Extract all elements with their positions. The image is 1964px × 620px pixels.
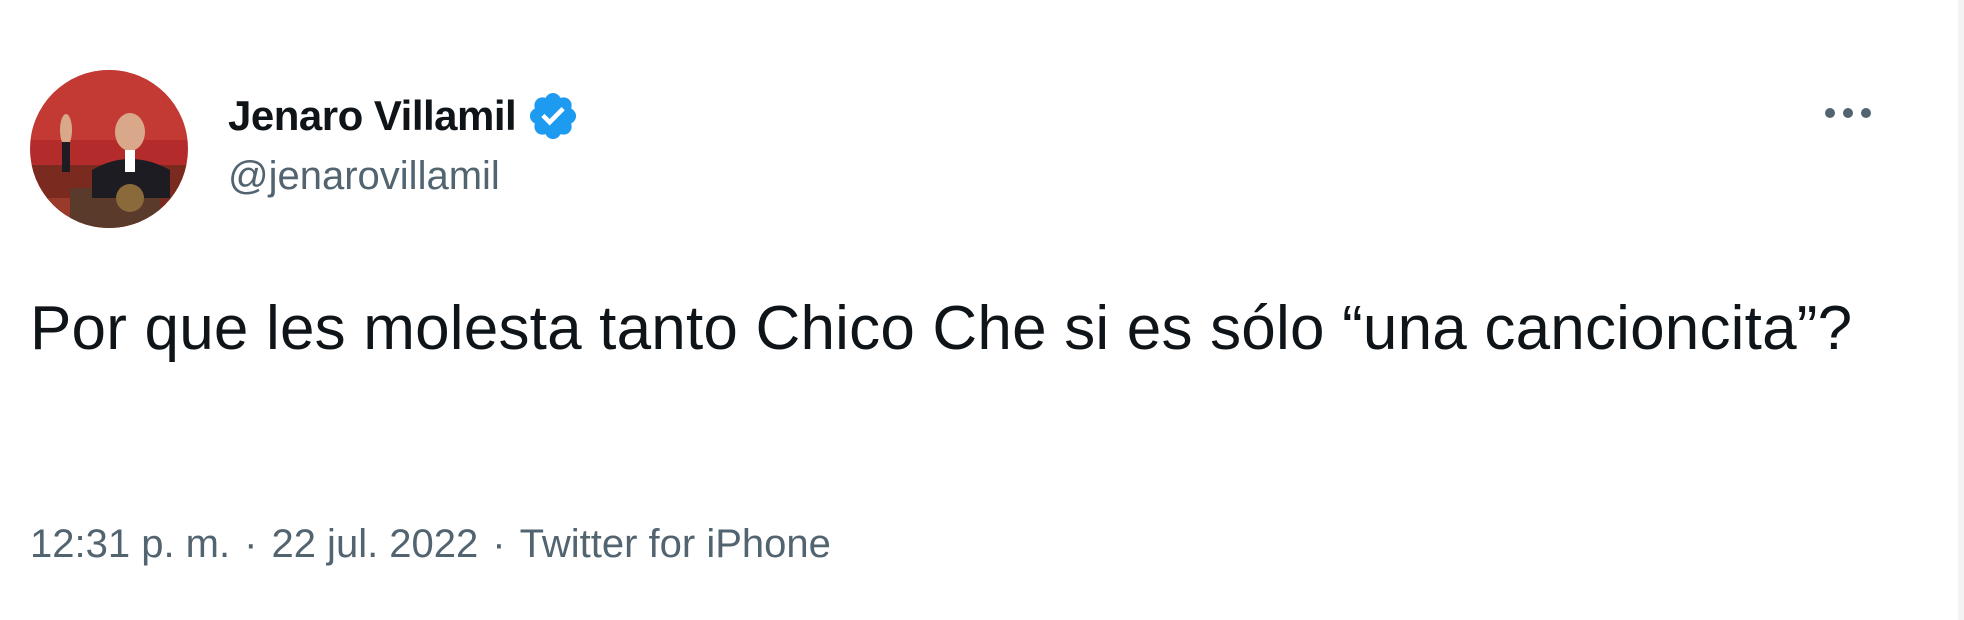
tweet-meta: 12:31 p. m. · 22 jul. 2022 · Twitter for… <box>30 522 831 567</box>
tweet-card: Jenaro Villamil @jenarovillamil Por que … <box>0 0 1964 620</box>
verified-badge-icon <box>526 89 580 143</box>
right-border <box>1958 0 1964 620</box>
meta-separator: · <box>244 522 258 566</box>
more-options-icon <box>1824 106 1872 124</box>
avatar-photo <box>30 70 188 228</box>
tweet-source[interactable]: Twitter for iPhone <box>520 522 831 567</box>
display-name[interactable]: Jenaro Villamil <box>228 92 517 140</box>
tweet-date[interactable]: 22 jul. 2022 <box>271 522 478 567</box>
more-options-button[interactable] <box>1816 90 1880 140</box>
author-handle[interactable]: @jenarovillamil <box>228 154 500 199</box>
avatar[interactable] <box>30 70 188 228</box>
tweet-time[interactable]: 12:31 p. m. <box>30 522 230 567</box>
tweet-text: Por que les molesta tanto Chico Che si e… <box>30 294 1853 363</box>
meta-separator: · <box>492 522 506 566</box>
author-row: Jenaro Villamil <box>228 86 580 146</box>
